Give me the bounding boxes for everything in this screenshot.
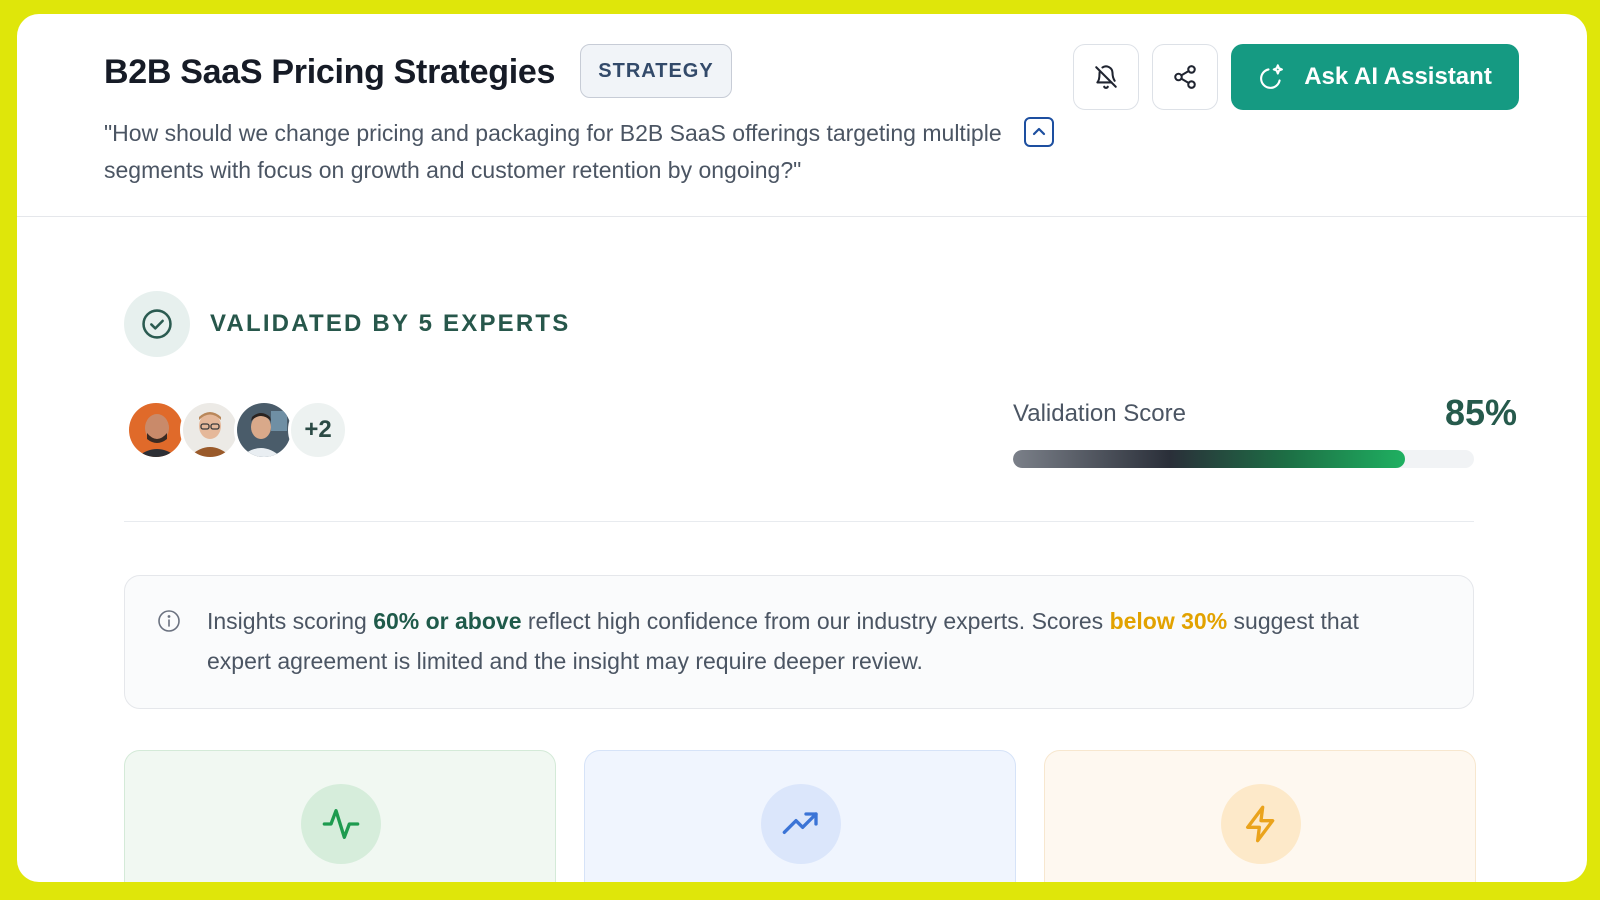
- validation-score-bar: [1013, 450, 1474, 468]
- chevron-up-icon: [1032, 127, 1046, 136]
- validation-score-fill: [1013, 450, 1405, 468]
- activity-icon: [322, 809, 360, 839]
- expert-portrait-1: [129, 403, 183, 457]
- trending-icon-badge: [761, 784, 841, 864]
- share-button[interactable]: [1152, 44, 1218, 110]
- insight-card-activity[interactable]: [124, 750, 556, 882]
- lightning-icon: [1246, 805, 1275, 843]
- info-text-part: Insights scoring: [207, 608, 374, 634]
- info-text-part: reflect high confidence from our industr…: [521, 608, 1110, 634]
- share-icon: [1174, 65, 1196, 89]
- info-icon: [158, 610, 180, 632]
- activity-icon-badge: [301, 784, 381, 864]
- more-experts-count[interactable]: +2: [288, 400, 348, 460]
- check-circle-icon: [142, 309, 172, 339]
- confidence-info-box: Insights scoring 60% or above reflect hi…: [124, 575, 1474, 709]
- validation-score-label: Validation Score: [1013, 400, 1186, 427]
- collapse-question-button[interactable]: [1024, 117, 1054, 147]
- notifications-off-button[interactable]: [1073, 44, 1139, 110]
- validated-by-experts-label: VALIDATED BY 5 EXPERTS: [210, 310, 571, 337]
- low-confidence-threshold: below 30%: [1109, 608, 1228, 634]
- expert-portrait-3: [237, 403, 291, 457]
- validated-badge: [124, 291, 190, 357]
- research-question: "How should we change pricing and packag…: [104, 120, 1002, 183]
- validation-score-value: 85%: [1444, 392, 1517, 433]
- category-badge: STRATEGY: [580, 44, 732, 98]
- insight-card-lightning[interactable]: [1044, 750, 1476, 882]
- section-divider: [124, 521, 1474, 522]
- page-header: B2B SaaS Pricing Strategies STRATEGY "Ho…: [17, 14, 1587, 217]
- ask-ai-assistant-button[interactable]: Ask AI Assistant: [1231, 44, 1519, 110]
- ask-ai-assistant-label: Ask AI Assistant: [1304, 63, 1492, 90]
- lightning-icon-badge: [1221, 784, 1301, 864]
- high-confidence-threshold: 60% or above: [373, 608, 522, 634]
- sparkle-icon: [1260, 64, 1284, 89]
- app-frame: B2B SaaS Pricing Strategies STRATEGY "Ho…: [17, 14, 1587, 882]
- expert-portrait-2: [183, 403, 237, 457]
- page-title: B2B SaaS Pricing Strategies: [104, 53, 556, 91]
- avatar[interactable]: [234, 400, 294, 460]
- confidence-info-text: Insights scoring 60% or above reflect hi…: [207, 601, 1427, 681]
- bell-off-icon: [1095, 65, 1117, 89]
- insight-card-trending[interactable]: [584, 750, 1016, 882]
- trending-up-icon: [782, 812, 818, 834]
- avatar[interactable]: [126, 400, 186, 460]
- avatar[interactable]: [180, 400, 240, 460]
